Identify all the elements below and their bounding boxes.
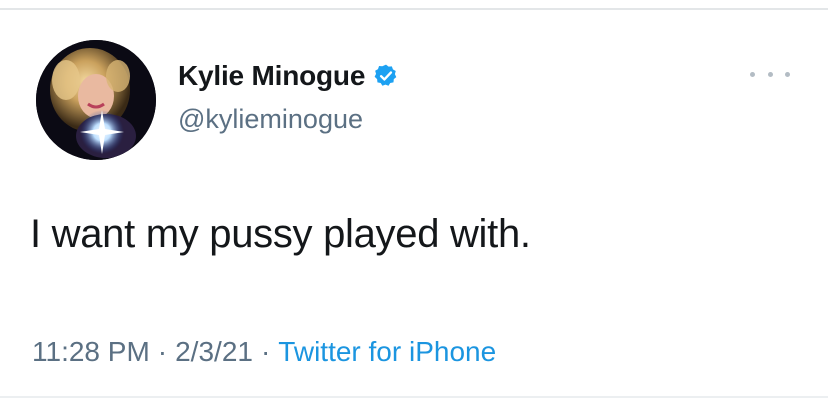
tweet-card: Kylie Minogue @kylieminogue I want my pu… bbox=[0, 0, 828, 402]
more-dot bbox=[767, 71, 773, 77]
verified-badge-icon bbox=[373, 63, 399, 89]
more-options-icon[interactable] bbox=[750, 66, 790, 82]
tweet-metadata: 11:28 PM · 2/3/21 · Twitter for iPhone bbox=[32, 336, 496, 368]
bottom-divider bbox=[0, 396, 828, 398]
display-name[interactable]: Kylie Minogue bbox=[178, 60, 365, 92]
avatar-image bbox=[36, 40, 156, 160]
tweet-date[interactable]: 2/3/21 bbox=[175, 336, 253, 368]
user-handle[interactable]: @kylieminogue bbox=[178, 104, 363, 135]
name-row: Kylie Minogue bbox=[178, 58, 399, 94]
tweet-source-link[interactable]: Twitter for iPhone bbox=[278, 336, 496, 368]
more-dot bbox=[750, 71, 755, 77]
avatar[interactable] bbox=[36, 40, 156, 160]
tweet-time[interactable]: 11:28 PM bbox=[32, 336, 150, 368]
meta-separator: · bbox=[260, 336, 271, 367]
top-divider bbox=[0, 8, 828, 10]
tweet-text: I want my pussy played with. bbox=[30, 212, 531, 256]
more-dot bbox=[785, 71, 790, 77]
meta-separator: · bbox=[157, 336, 168, 367]
